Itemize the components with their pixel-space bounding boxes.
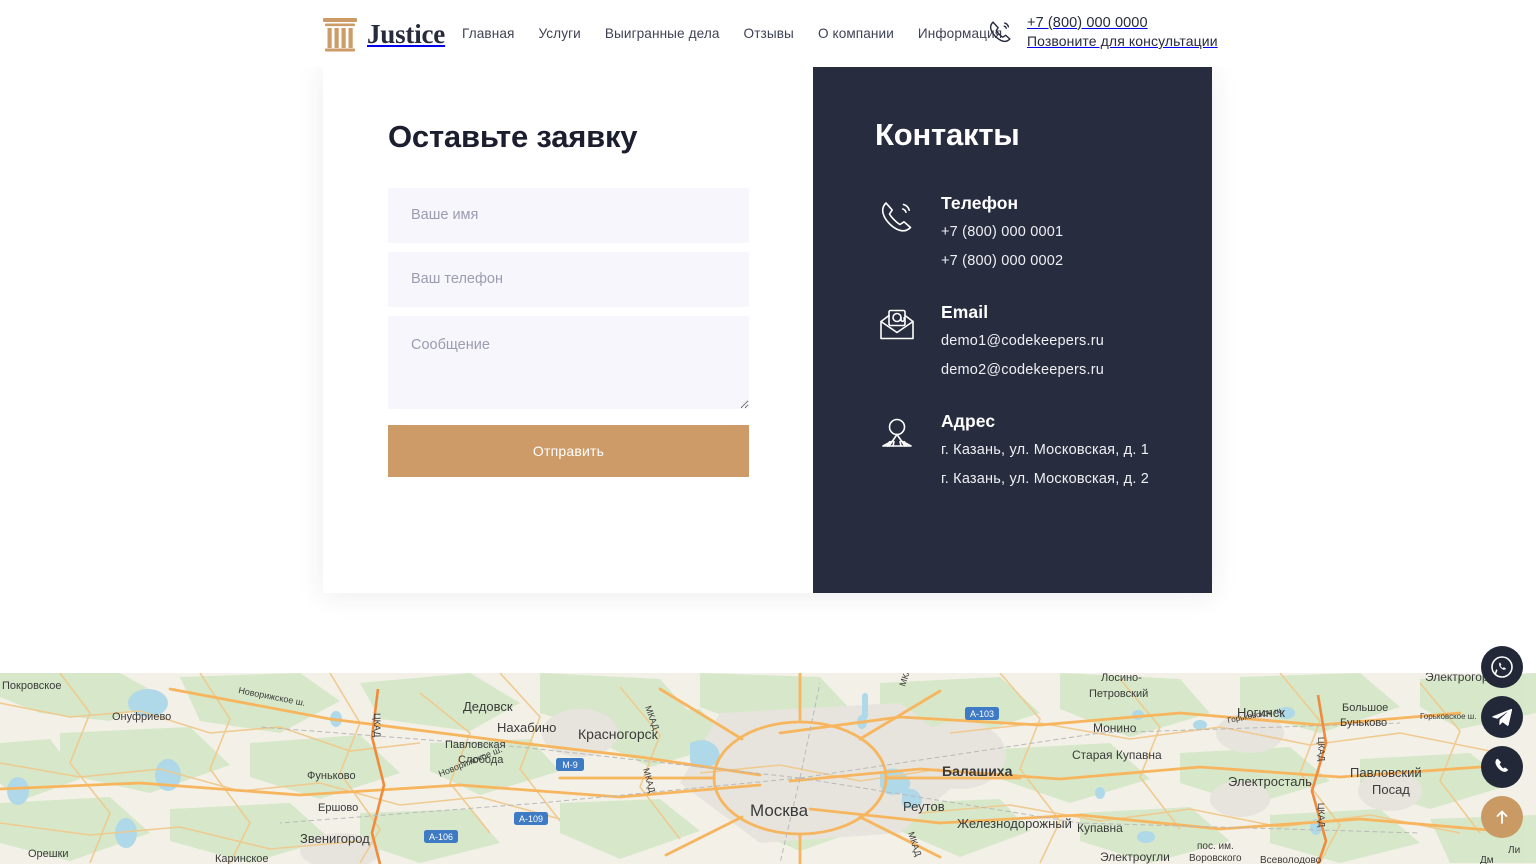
email-envelope-icon	[875, 304, 919, 348]
svg-text:Покровское: Покровское	[2, 680, 61, 692]
main-navigation: Главная Услуги Выигранные дела Отзывы О …	[462, 0, 1002, 67]
contact-block-email: Email demo1@codekeepers.ru demo2@codekee…	[875, 302, 1212, 378]
nav-reviews[interactable]: Отзывы	[744, 26, 794, 41]
svg-text:Павловский: Павловский	[1350, 765, 1422, 780]
contact-phone-1[interactable]: +7 (800) 000 0001	[941, 224, 1212, 240]
shield-a106: A-106	[424, 830, 458, 843]
whatsapp-icon	[1490, 655, 1514, 679]
contact-title-phone: Телефон	[941, 193, 1212, 214]
shield-label: A-106	[429, 832, 453, 842]
svg-text:Онуфриево: Онуфриево	[112, 711, 171, 723]
contact-address-2: г. Казань, ул. Московская, д. 2	[941, 471, 1212, 487]
header-phone-subtitle: Позвоните для консультации	[1027, 33, 1218, 49]
svg-text:Электроугли: Электроугли	[1100, 850, 1170, 864]
contacts-panel: Контакты Телефон +7 (800) 000 0001 +7 (8…	[813, 67, 1212, 593]
nav-services[interactable]: Услуги	[538, 26, 580, 41]
shield-label: A-103	[970, 709, 994, 719]
contact-title-email: Email	[941, 302, 1212, 323]
contacts-title: Контакты	[875, 117, 1212, 153]
svg-text:Звенигород: Звенигород	[300, 831, 370, 846]
svg-text:Большое: Большое	[1342, 702, 1388, 714]
phone-input[interactable]	[388, 252, 749, 307]
contact-title-address: Адрес	[941, 411, 1212, 432]
phone-call-button[interactable]	[1481, 746, 1523, 788]
svg-text:Купавна: Купавна	[1077, 821, 1123, 835]
form-title: Оставьте заявку	[388, 119, 748, 155]
nav-about[interactable]: О компании	[818, 26, 894, 41]
svg-text:Всеволодово: Всеволодово	[1260, 855, 1322, 864]
telegram-icon	[1490, 705, 1514, 729]
svg-text:Лосино-: Лосино-	[1101, 673, 1142, 684]
contact-card: Оставьте заявку Отправить Контакты Телеф…	[323, 67, 1212, 593]
whatsapp-button[interactable]	[1481, 646, 1523, 688]
svg-text:ЦКАД: ЦКАД	[372, 713, 382, 737]
location-map[interactable]: M-9 A-109 A-106 A-103 Покровское Онуфрие…	[0, 673, 1536, 864]
shield-m9: M-9	[556, 758, 584, 771]
phone-icon	[1491, 756, 1513, 778]
scroll-to-top-button[interactable]	[1481, 796, 1523, 838]
name-input[interactable]	[388, 188, 749, 243]
floating-contact-widgets	[1481, 646, 1523, 838]
svg-text:Петровский: Петровский	[1089, 688, 1148, 700]
svg-text:пос. им.: пос. им.	[1197, 841, 1234, 852]
message-textarea[interactable]	[388, 316, 749, 409]
map-pin-icon	[875, 413, 919, 457]
contact-email-2[interactable]: demo2@codekeepers.ru	[941, 362, 1212, 378]
svg-text:Воровского: Воровского	[1189, 853, 1242, 864]
site-logo[interactable]: Justice	[320, 13, 445, 55]
contact-block-address: Адрес г. Казань, ул. Московская, д. 1 г.…	[875, 411, 1212, 487]
svg-text:Дедовск: Дедовск	[463, 699, 513, 714]
request-form-panel: Оставьте заявку Отправить	[323, 67, 813, 593]
svg-text:Орешки: Орешки	[28, 848, 69, 860]
svg-text:Дм: Дм	[1480, 855, 1494, 864]
svg-text:Реутов: Реутов	[903, 799, 945, 814]
svg-text:ЦКАД: ЦКАД	[1316, 803, 1327, 828]
svg-text:Каринское: Каринское	[215, 853, 269, 864]
svg-text:Красногорск: Красногорск	[578, 726, 659, 742]
svg-text:Москва: Москва	[750, 801, 809, 820]
shield-label: M-9	[562, 760, 578, 770]
contact-block-phone: Телефон +7 (800) 000 0001 +7 (800) 000 0…	[875, 193, 1212, 269]
svg-text:Ершово: Ершово	[318, 802, 358, 814]
svg-text:Ли: Ли	[1508, 845, 1520, 856]
svg-text:Горьковское ш.: Горьковское ш.	[1420, 712, 1476, 721]
header-phone-number: +7 (800) 000 0000	[1027, 15, 1218, 31]
logo-text: Justice	[367, 21, 445, 48]
phone-call-icon	[875, 195, 919, 239]
shield-a103: A-103	[965, 707, 999, 720]
contact-address-1: г. Казань, ул. Московская, д. 1	[941, 442, 1212, 458]
arrow-up-icon	[1492, 807, 1512, 827]
contact-email-1[interactable]: demo1@codekeepers.ru	[941, 333, 1212, 349]
svg-text:Посад: Посад	[1372, 782, 1410, 797]
submit-button[interactable]: Отправить	[388, 425, 749, 477]
telegram-button[interactable]	[1481, 696, 1523, 738]
svg-text:Монино: Монино	[1093, 721, 1137, 735]
nav-home[interactable]: Главная	[462, 26, 514, 41]
shield-a109: A-109	[514, 812, 548, 825]
site-header: Justice Главная Услуги Выигранные дела О…	[0, 0, 1536, 67]
header-phone-link[interactable]: +7 (800) 000 0000 Позвоните для консульт…	[985, 15, 1218, 49]
shield-label: A-109	[519, 814, 543, 824]
svg-text:Балашиха: Балашиха	[942, 763, 1013, 779]
pillar-icon	[320, 14, 360, 54]
svg-text:Буньково: Буньково	[1340, 717, 1387, 729]
svg-text:Железнодорожный: Железнодорожный	[957, 816, 1072, 831]
contact-phone-2[interactable]: +7 (800) 000 0002	[941, 253, 1212, 269]
svg-text:Электросталь: Электросталь	[1228, 774, 1312, 789]
svg-text:ЦКАД: ЦКАД	[1316, 737, 1327, 762]
nav-won-cases[interactable]: Выигранные дела	[605, 26, 720, 41]
phone-call-icon	[985, 17, 1015, 47]
svg-text:Нахабино: Нахабино	[497, 720, 556, 735]
map-canvas[interactable]: M-9 A-109 A-106 A-103 Покровское Онуфрие…	[0, 673, 1536, 864]
svg-text:Старая Купавна: Старая Купавна	[1072, 748, 1162, 762]
svg-text:Фуньково: Фуньково	[307, 770, 356, 782]
